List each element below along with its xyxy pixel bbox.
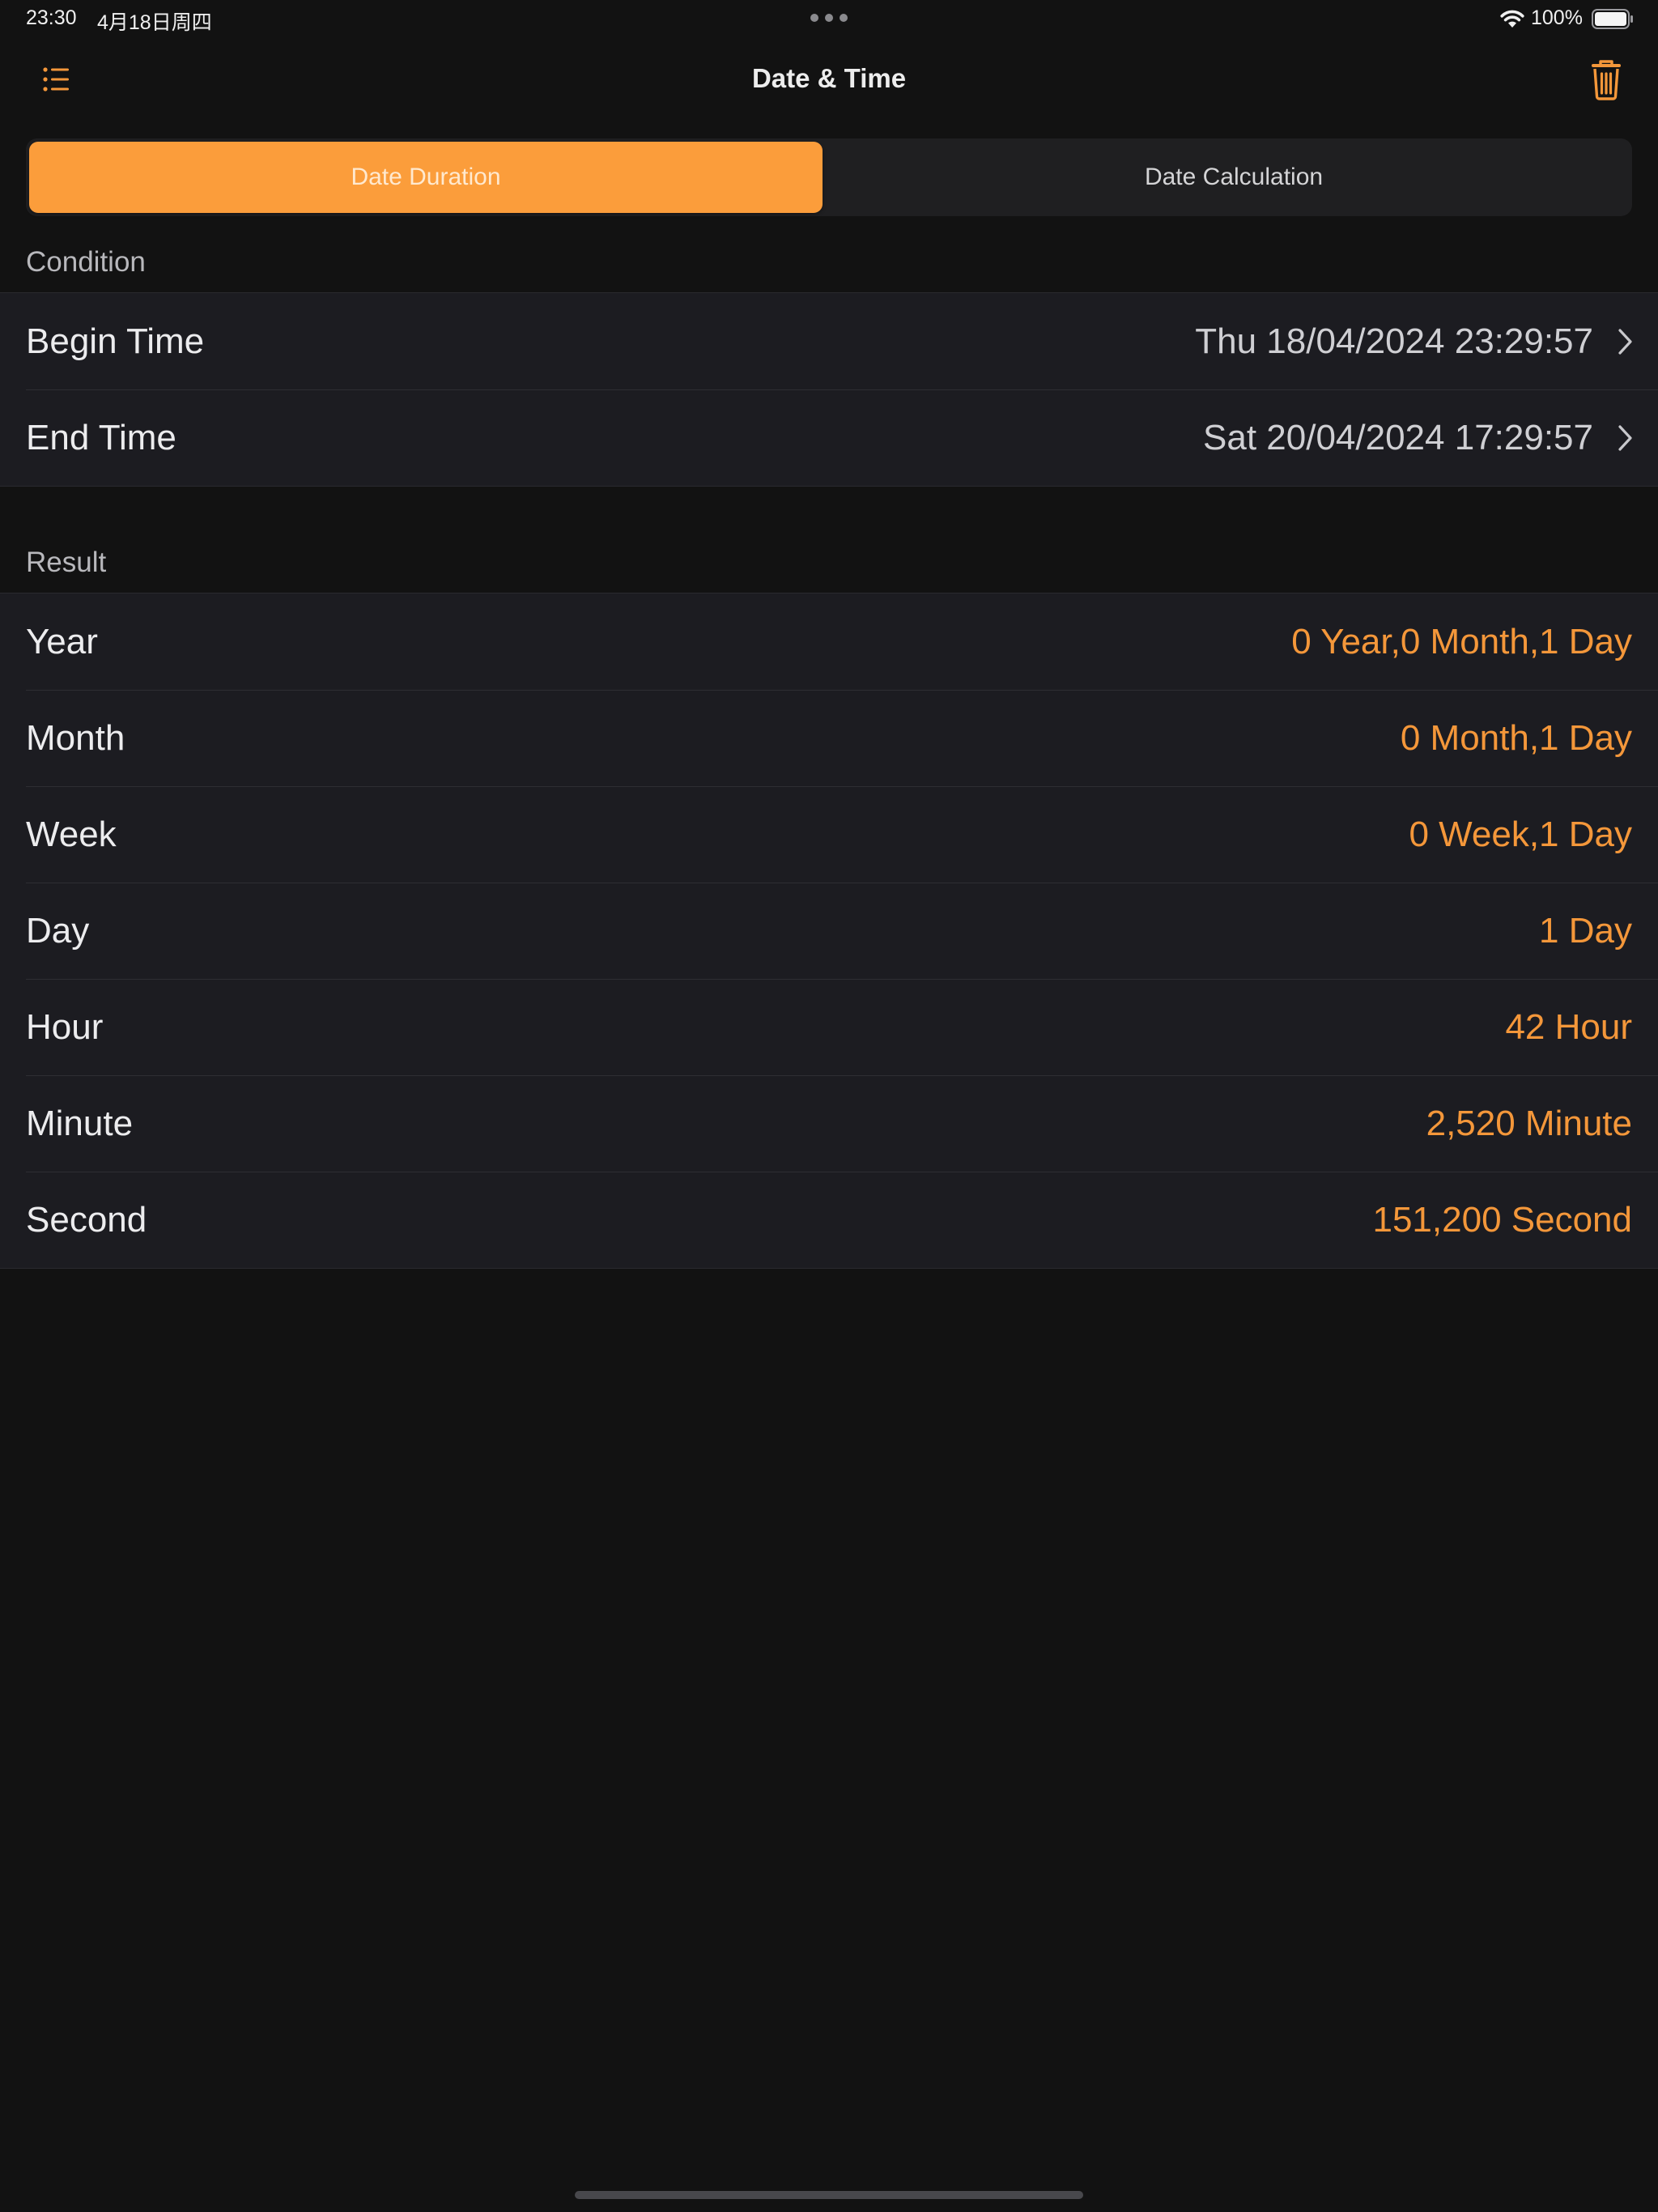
second-label: Second bbox=[26, 1200, 147, 1240]
result-row-week: Week 0 Week,1 Day bbox=[0, 786, 1658, 883]
battery-icon bbox=[1592, 9, 1633, 29]
result-row-second: Second 151,200 Second bbox=[0, 1172, 1658, 1268]
battery-percentage: 100% bbox=[1531, 6, 1583, 29]
mode-segmented-control: Date Duration Date Calculation bbox=[26, 138, 1632, 216]
end-time-row[interactable]: End Time Sat 20/04/2024 17:29:57 bbox=[0, 389, 1658, 486]
multitasking-dots-icon[interactable] bbox=[810, 14, 848, 23]
day-label: Day bbox=[26, 911, 90, 951]
hour-value: 42 Hour bbox=[1505, 1007, 1632, 1047]
condition-section-header: Condition bbox=[26, 246, 146, 278]
wifi-icon bbox=[1500, 10, 1524, 28]
week-value: 0 Week,1 Day bbox=[1409, 815, 1632, 854]
result-section-header: Result bbox=[26, 547, 107, 578]
date-time-screen: 23:30 4月18日周四 100% Date & Time Date Dura… bbox=[0, 0, 1658, 2212]
begin-time-row[interactable]: Begin Time Thu 18/04/2024 23:29:57 bbox=[0, 293, 1658, 389]
result-row-hour: Hour 42 Hour bbox=[0, 979, 1658, 1075]
second-value: 151,200 Second bbox=[1372, 1200, 1632, 1240]
chevron-right-icon bbox=[1618, 329, 1632, 355]
year-value: 0 Year,0 Month,1 Day bbox=[1291, 622, 1632, 661]
year-label: Year bbox=[26, 622, 98, 661]
hour-label: Hour bbox=[26, 1007, 104, 1047]
condition-group: Begin Time Thu 18/04/2024 23:29:57 End T… bbox=[0, 292, 1658, 487]
month-label: Month bbox=[26, 718, 125, 758]
result-row-month: Month 0 Month,1 Day bbox=[0, 690, 1658, 786]
status-bar: 23:30 4月18日周四 100% bbox=[0, 0, 1658, 39]
minute-value: 2,520 Minute bbox=[1426, 1104, 1632, 1143]
tab-date-calculation[interactable]: Date Calculation bbox=[839, 142, 1629, 213]
home-indicator[interactable] bbox=[575, 2191, 1083, 2199]
minute-label: Minute bbox=[26, 1104, 134, 1143]
page-title: Date & Time bbox=[751, 63, 907, 93]
chevron-right-icon bbox=[1618, 425, 1632, 451]
tab-date-duration[interactable]: Date Duration bbox=[29, 142, 823, 213]
begin-time-value: Thu 18/04/2024 23:29:57 bbox=[1195, 321, 1593, 361]
day-value: 1 Day bbox=[1539, 911, 1632, 951]
result-row-year: Year 0 Year,0 Month,1 Day bbox=[0, 593, 1658, 690]
result-row-day: Day 1 Day bbox=[0, 883, 1658, 979]
delete-button[interactable] bbox=[1585, 57, 1627, 102]
status-time: 23:30 bbox=[26, 6, 77, 29]
trash-icon bbox=[1592, 60, 1621, 100]
begin-time-label: Begin Time bbox=[26, 321, 205, 361]
status-date: 4月18日周四 bbox=[97, 11, 212, 34]
end-time-value: Sat 20/04/2024 17:29:57 bbox=[1203, 418, 1593, 457]
month-value: 0 Month,1 Day bbox=[1400, 718, 1632, 758]
end-time-label: End Time bbox=[26, 418, 176, 457]
result-group: Year 0 Year,0 Month,1 Day Month 0 Month,… bbox=[0, 593, 1658, 1269]
week-label: Week bbox=[26, 815, 117, 854]
result-row-minute: Minute 2,520 Minute bbox=[0, 1075, 1658, 1172]
navigation-bar: Date & Time bbox=[0, 39, 1658, 120]
